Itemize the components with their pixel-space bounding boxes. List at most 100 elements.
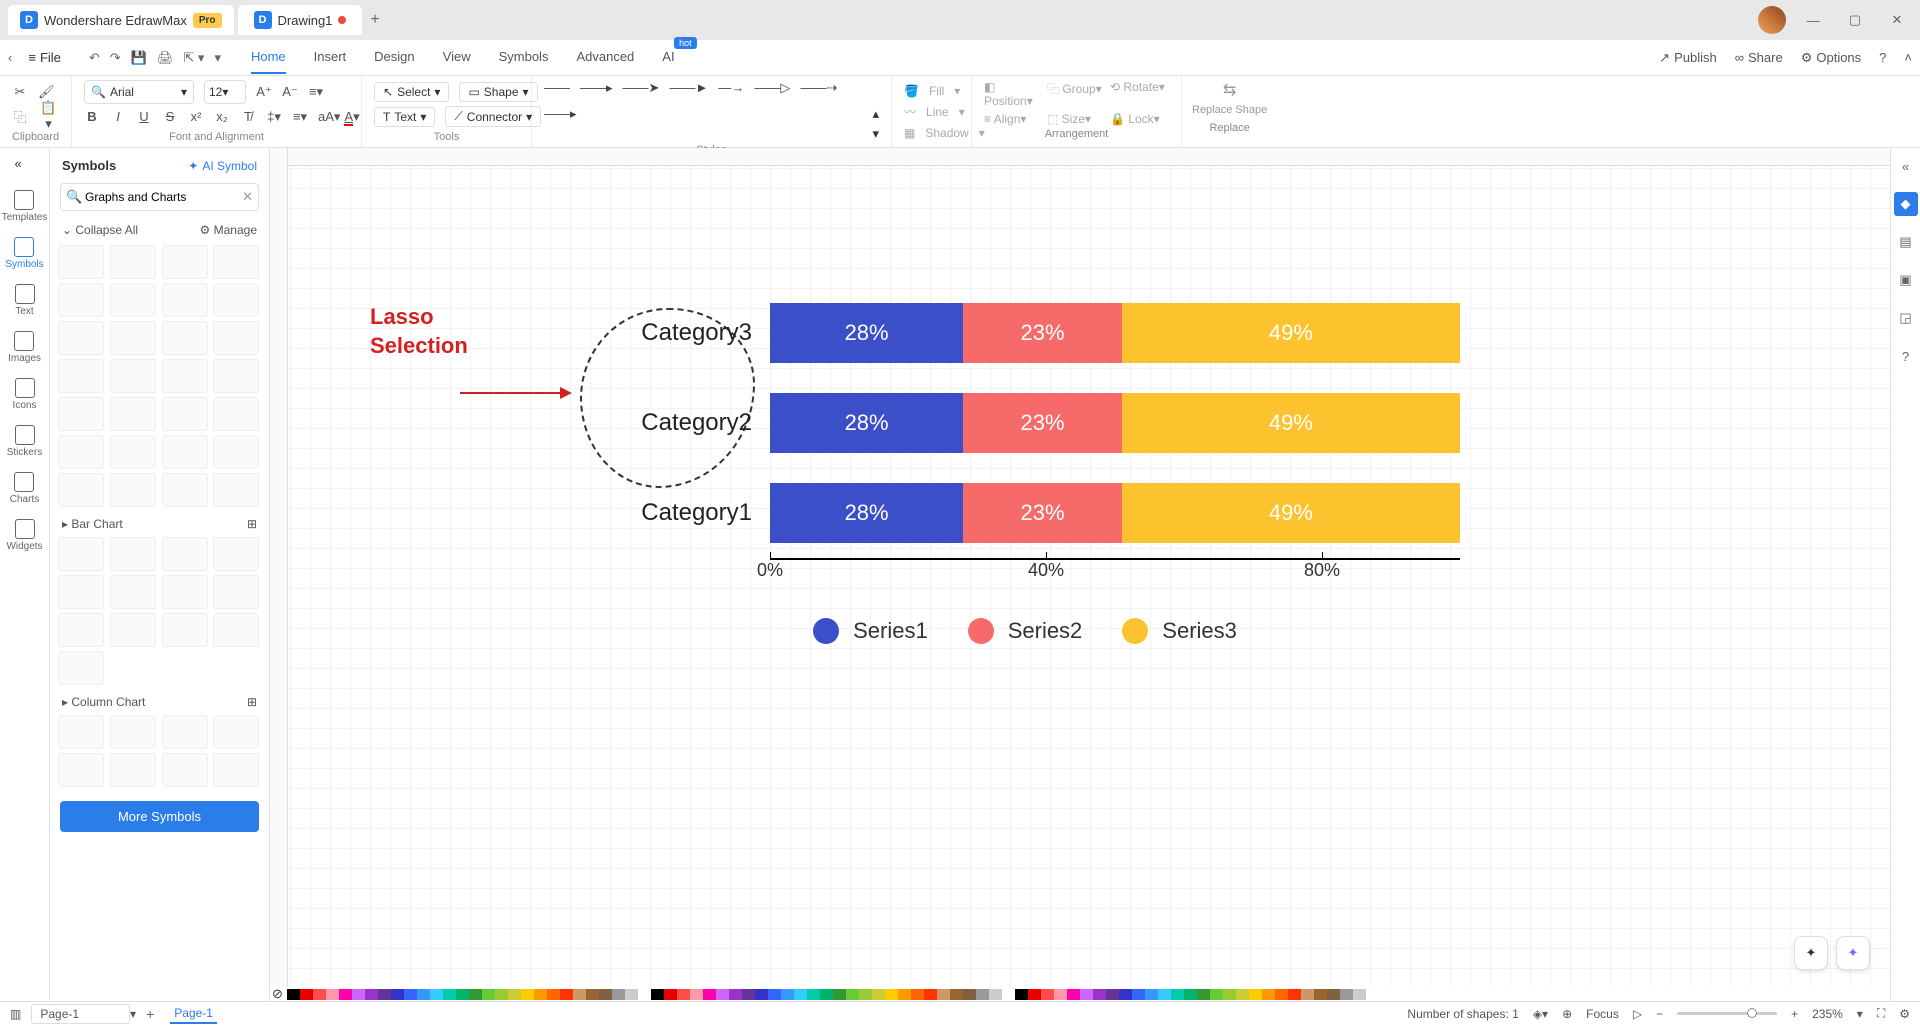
connector-tool[interactable]: ⟋ Connector ▾ [445,106,541,127]
tab-view[interactable]: View [443,41,471,74]
color-swatch[interactable] [872,989,885,1000]
zoom-in-button[interactable]: + [1791,1007,1798,1021]
color-swatch[interactable] [521,989,534,1000]
shape-tool[interactable]: ▭ Shape ▾ [459,82,537,102]
color-swatch[interactable] [1301,989,1314,1000]
zoom-slider[interactable] [1677,1012,1777,1015]
close-button[interactable]: ✕ [1882,8,1912,32]
section-settings-icon[interactable]: ⊞ [247,695,257,709]
symbol-thumb[interactable] [110,435,156,469]
color-swatch[interactable] [976,989,989,1000]
color-swatch[interactable] [625,989,638,1000]
shadow-button[interactable]: Shadow [925,126,968,140]
symbol-thumb[interactable] [213,245,259,279]
symbol-thumb[interactable] [110,473,156,507]
color-swatch[interactable] [482,989,495,1000]
symbol-thumb[interactable] [110,575,156,609]
symbol-thumb[interactable] [162,537,208,571]
strikethrough-button[interactable]: S [162,109,178,124]
collapse-right-button[interactable]: « [1894,154,1918,178]
color-swatch[interactable] [638,989,651,1000]
color-swatch[interactable] [677,989,690,1000]
color-swatch[interactable] [326,989,339,1000]
symbol-thumb[interactable] [58,715,104,749]
rail-stickers[interactable]: Stickers [7,425,43,458]
color-swatch[interactable] [703,989,716,1000]
color-swatch[interactable] [781,989,794,1000]
symbol-thumb[interactable] [213,753,259,787]
symbol-thumb[interactable] [213,435,259,469]
symbol-thumb[interactable] [213,537,259,571]
color-swatch[interactable] [1210,989,1223,1000]
symbol-thumb[interactable] [58,321,104,355]
symbol-thumb[interactable] [162,397,208,431]
symbol-search-input[interactable] [60,183,259,211]
symbol-thumb[interactable] [110,397,156,431]
color-swatch[interactable] [365,989,378,1000]
help-button[interactable]: ? [1879,50,1886,65]
color-swatch[interactable] [287,989,300,1000]
more-qa-button[interactable]: ▾ [214,50,221,66]
underline-button[interactable]: U [136,109,152,124]
add-tab-button[interactable]: + [370,11,379,29]
color-swatch[interactable] [1353,989,1366,1000]
symbol-thumb[interactable] [110,245,156,279]
rail-widgets[interactable]: Widgets [6,519,42,552]
format-painter-button[interactable]: 🖌 [38,84,55,100]
tab-home[interactable]: Home [251,41,286,74]
symbol-thumb[interactable] [58,245,104,279]
color-swatch[interactable] [378,989,391,1000]
fill-button[interactable]: Fill [929,84,944,98]
color-swatch[interactable] [1028,989,1041,1000]
color-swatch[interactable] [911,989,924,1000]
color-swatch[interactable] [1340,989,1353,1000]
color-swatch[interactable] [1171,989,1184,1000]
color-swatch[interactable] [417,989,430,1000]
color-swatch[interactable] [547,989,560,1000]
share-button[interactable]: ∞ Share [1735,50,1783,65]
back-button[interactable]: ‹ [8,50,12,65]
column-chart-section[interactable]: Column Chart [71,695,145,709]
symbol-thumb[interactable] [213,397,259,431]
color-swatch[interactable] [859,989,872,1000]
replace-shape-button[interactable]: ⇆ Replace Shape Replace [1182,76,1277,147]
color-swatch[interactable] [651,989,664,1000]
symbol-thumb[interactable] [162,613,208,647]
symbol-thumb[interactable] [58,435,104,469]
list-button[interactable]: ≡▾ [292,109,308,125]
color-swatch[interactable] [989,989,1002,1000]
color-swatch[interactable] [391,989,404,1000]
symbol-thumb[interactable] [162,753,208,787]
color-swatch[interactable] [612,989,625,1000]
case-button[interactable]: aA▾ [318,109,334,125]
symbol-thumb[interactable] [110,537,156,571]
color-swatch[interactable] [1314,989,1327,1000]
symbol-thumb[interactable] [213,283,259,317]
color-swatch[interactable] [1223,989,1236,1000]
rotate-button[interactable]: ⟲ Rotate▾ [1110,80,1169,108]
rail-charts[interactable]: Charts [10,472,39,505]
symbol-thumb[interactable] [110,715,156,749]
page-tab[interactable]: Page-1 [170,1004,217,1024]
color-swatch[interactable] [456,989,469,1000]
group-button[interactable]: ⿻ Group▾ [1047,80,1106,108]
no-color-button[interactable]: ⊘ [272,986,283,1002]
layers-panel-button[interactable]: ▣ [1894,268,1918,292]
symbol-thumb[interactable] [58,397,104,431]
redo-button[interactable]: ↷ [110,50,121,66]
ai-symbol-link[interactable]: ✦ AI Symbol [188,159,257,173]
lock-button[interactable]: 🔒 Lock▾ [1110,112,1169,126]
arrow-styles[interactable]: ————▸——➤——►—→——▷——⇢——▸▴ [544,80,879,122]
symbol-thumb[interactable] [162,473,208,507]
symbol-thumb[interactable] [110,613,156,647]
tab-advanced[interactable]: Advanced [576,41,634,74]
color-swatch[interactable] [300,989,313,1000]
rail-images[interactable]: Images [8,331,41,364]
symbol-thumb[interactable] [58,283,104,317]
manage-button[interactable]: ⚙ Manage [200,223,257,237]
collapse-ribbon-button[interactable]: ˄ [1904,50,1912,65]
line-spacing-button[interactable]: ‡▾ [266,109,282,125]
color-swatch[interactable] [599,989,612,1000]
color-swatch[interactable] [755,989,768,1000]
symbol-thumb[interactable] [213,575,259,609]
